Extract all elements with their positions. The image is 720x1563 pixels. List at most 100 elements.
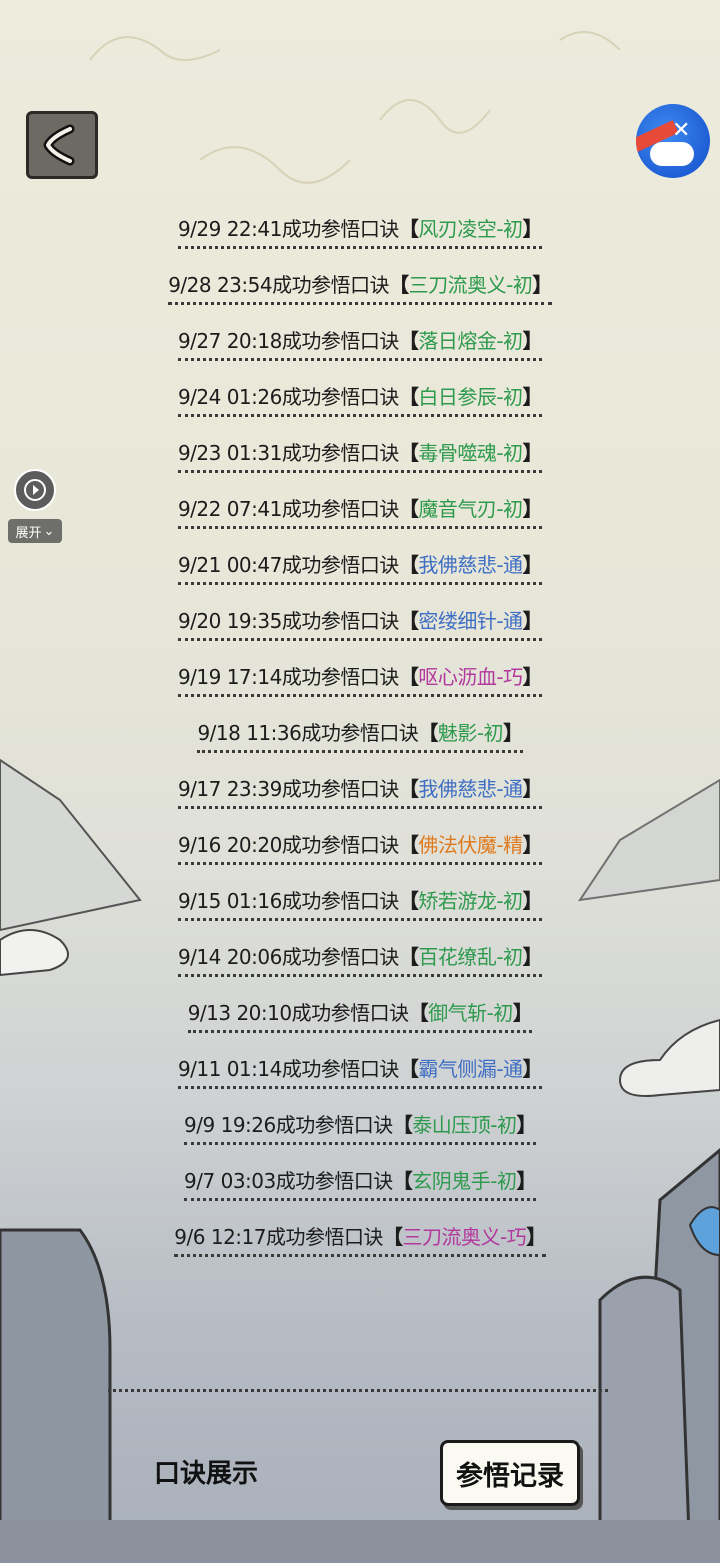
- record-time: 9/24 01:26: [177, 385, 282, 409]
- record-text: 9/22 07:41成功参悟口诀【魔音气刃-初】: [177, 493, 543, 529]
- bracket-close: 】: [522, 441, 543, 465]
- bracket-close: 】: [503, 721, 523, 745]
- record-time: 9/21 00:47: [177, 553, 282, 577]
- record-text: 9/28 23:54成功参悟口诀【三刀流奥义-初】: [168, 269, 552, 305]
- bracket-open: 【: [408, 1001, 429, 1025]
- record-time: 9/29 22:41: [177, 217, 282, 241]
- record-time: 9/28 23:54: [168, 273, 273, 297]
- record-time: 9/9 19:26: [184, 1113, 276, 1137]
- bracket-close: 】: [522, 553, 543, 577]
- record-skill: 魅影-初: [437, 721, 504, 745]
- list-item: 9/17 23:39成功参悟口诀【我佛慈悲-通】: [0, 763, 720, 819]
- list-item: 9/7 03:03成功参悟口诀【玄阴鬼手-初】: [0, 1155, 720, 1211]
- bracket-close: 】: [532, 273, 552, 297]
- list-item: 9/20 19:35成功参悟口诀【密缕细针-通】: [0, 595, 720, 651]
- record-skill: 我佛慈悲-通: [418, 553, 523, 577]
- bracket-open: 【: [398, 217, 419, 241]
- record-text: 9/13 20:10成功参悟口诀【御气斩-初】: [187, 997, 533, 1033]
- record-text: 9/27 20:18成功参悟口诀【落日熔金-初】: [177, 325, 543, 361]
- record-skill: 白日参辰-初: [418, 385, 523, 409]
- record-time: 9/16 20:20: [177, 833, 282, 857]
- record-time: 9/18 11:36: [197, 721, 302, 745]
- game-assistant-icon[interactable]: ✕: [636, 104, 710, 178]
- record-time: 9/11 01:14: [177, 1057, 282, 1081]
- record-skill: 我佛慈悲-通: [418, 777, 523, 801]
- record-time: 9/15 01:16: [177, 889, 282, 913]
- bracket-open: 【: [389, 273, 409, 297]
- bracket-close: 】: [522, 665, 543, 689]
- bracket-open: 【: [382, 1225, 403, 1249]
- list-item: 9/15 01:16成功参悟口诀【矫若游龙-初】: [0, 875, 720, 931]
- record-action: 成功参悟口诀: [281, 833, 400, 857]
- bracket-close: 】: [516, 1113, 536, 1137]
- record-skill: 御气斩-初: [428, 1001, 513, 1025]
- record-action: 成功参悟口诀: [281, 385, 400, 409]
- list-item: 9/24 01:26成功参悟口诀【白日参辰-初】: [0, 371, 720, 427]
- record-text: 9/23 01:31成功参悟口诀【毒骨噬魂-初】: [177, 437, 543, 473]
- record-action: 成功参悟口诀: [281, 329, 400, 353]
- record-time: 9/6 12:17: [174, 1225, 266, 1249]
- record-text: 9/15 01:16成功参悟口诀【矫若游龙-初】: [177, 885, 543, 921]
- record-action: 成功参悟口诀: [281, 945, 400, 969]
- record-action: 成功参悟口诀: [281, 441, 400, 465]
- bracket-close: 】: [522, 497, 543, 521]
- record-action: 成功参悟口诀: [281, 497, 400, 521]
- record-text: 9/21 00:47成功参悟口诀【我佛慈悲-通】: [177, 549, 543, 585]
- record-text: 9/7 03:03成功参悟口诀【玄阴鬼手-初】: [184, 1165, 536, 1201]
- record-text: 9/18 11:36成功参悟口诀【魅影-初】: [197, 717, 523, 753]
- record-action: 成功参悟口诀: [281, 665, 400, 689]
- record-time: 9/22 07:41: [177, 497, 282, 521]
- list-item: 9/19 17:14成功参悟口诀【呕心沥血-巧】: [0, 651, 720, 707]
- bracket-close: 】: [522, 833, 543, 857]
- record-skill: 霸气侧漏-通: [418, 1057, 523, 1081]
- bracket-open: 【: [392, 1113, 413, 1137]
- record-text: 9/24 01:26成功参悟口诀【白日参辰-初】: [177, 381, 543, 417]
- back-button[interactable]: [26, 111, 98, 179]
- record-skill: 呕心沥血-巧: [418, 665, 523, 689]
- bracket-close: 】: [522, 217, 543, 241]
- bracket-close: 】: [522, 1057, 543, 1081]
- tab-learning-record[interactable]: 参悟记录: [440, 1440, 580, 1506]
- record-skill: 玄阴鬼手-初: [412, 1169, 517, 1193]
- record-skill: 矫若游龙-初: [418, 889, 523, 913]
- list-item: 9/29 22:41成功参悟口诀【风刃凌空-初】: [0, 203, 720, 259]
- list-item: 9/9 19:26成功参悟口诀【泰山压顶-初】: [0, 1099, 720, 1155]
- record-time: 9/20 19:35: [177, 609, 282, 633]
- bracket-open: 【: [398, 777, 419, 801]
- bracket-close: 】: [526, 1225, 546, 1249]
- record-skill: 三刀流奥义-巧: [402, 1225, 527, 1249]
- bracket-close: 】: [512, 1001, 533, 1025]
- list-item: 9/13 20:10成功参悟口诀【御气斩-初】: [0, 987, 720, 1043]
- record-text: 9/11 01:14成功参悟口诀【霸气侧漏-通】: [177, 1053, 543, 1089]
- record-text: 9/16 20:20成功参悟口诀【佛法伏魔-精】: [177, 829, 543, 865]
- record-text: 9/29 22:41成功参悟口诀【风刃凌空-初】: [177, 213, 543, 249]
- list-item: 9/18 11:36成功参悟口诀【魅影-初】: [0, 707, 720, 763]
- record-skill: 佛法伏魔-精: [418, 833, 523, 857]
- bracket-open: 【: [398, 609, 419, 633]
- record-action: 成功参悟口诀: [281, 609, 400, 633]
- list-item: 9/11 01:14成功参悟口诀【霸气侧漏-通】: [0, 1043, 720, 1099]
- record-time: 9/14 20:06: [177, 945, 282, 969]
- record-action: 成功参悟口诀: [301, 721, 419, 745]
- bracket-open: 【: [398, 329, 419, 353]
- record-action: 成功参悟口诀: [265, 1225, 384, 1249]
- bracket-open: 【: [398, 1057, 419, 1081]
- learning-record-list: 9/29 22:41成功参悟口诀【风刃凌空-初】 9/28 23:54成功参悟口诀…: [0, 203, 720, 1267]
- record-time: 9/23 01:31: [177, 441, 282, 465]
- record-action: 成功参悟口诀: [291, 1001, 410, 1025]
- record-skill: 毒骨噬魂-初: [418, 441, 523, 465]
- bracket-open: 【: [392, 1169, 413, 1193]
- tab-skill-display[interactable]: 口诀展示: [154, 1453, 258, 1490]
- list-item: 9/6 12:17成功参悟口诀【三刀流奥义-巧】: [0, 1211, 720, 1267]
- record-action: 成功参悟口诀: [281, 1057, 400, 1081]
- list-item: 9/22 07:41成功参悟口诀【魔音气刃-初】: [0, 483, 720, 539]
- chevron-left-icon: [43, 124, 75, 166]
- record-action: 成功参悟口诀: [281, 553, 400, 577]
- divider: [108, 1389, 608, 1392]
- list-item: 9/28 23:54成功参悟口诀【三刀流奥义-初】: [0, 259, 720, 315]
- bracket-open: 【: [398, 665, 419, 689]
- record-skill: 三刀流奥义-初: [408, 273, 533, 297]
- bracket-close: 】: [522, 945, 543, 969]
- record-skill: 密缕细针-通: [418, 609, 523, 633]
- record-skill: 落日熔金-初: [418, 329, 523, 353]
